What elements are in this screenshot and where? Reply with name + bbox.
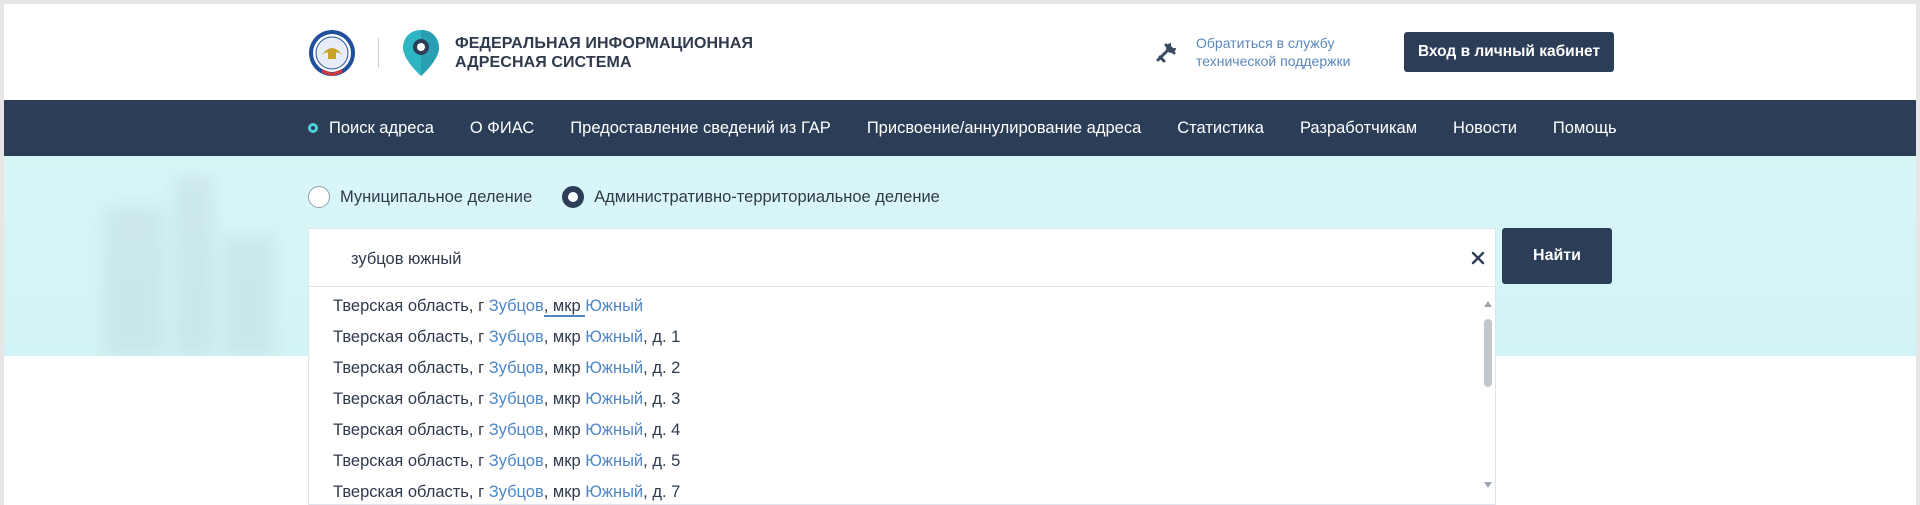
suggestion-mid: , мкр xyxy=(543,328,586,346)
suggestion-mid: , мкр xyxy=(543,297,586,317)
login-button[interactable]: Вход в личный кабинет xyxy=(1404,32,1614,72)
suggestion-city: Зубцов xyxy=(488,328,544,346)
radio-label: Муниципальное деление xyxy=(340,187,533,206)
division-type-selector: Муниципальное деление Административно-те… xyxy=(308,186,970,208)
suggestion-item[interactable]: Тверская область, г Зубцов, мкр Южный xyxy=(333,291,643,322)
nav-item-help[interactable]: Помощь xyxy=(1553,119,1617,138)
radio-administrative[interactable]: Административно-территориальное деление xyxy=(562,186,940,208)
suggestion-item[interactable]: Тверская область, г Зубцов, мкр Южный, д… xyxy=(333,446,680,477)
close-icon[interactable] xyxy=(1469,249,1487,267)
nav-item-about[interactable]: О ФИАС xyxy=(470,119,534,138)
suggestion-item[interactable]: Тверская область, г Зубцов, мкр Южный, д… xyxy=(333,477,681,504)
nav-item-gar[interactable]: Предоставление сведений из ГАР xyxy=(570,119,831,138)
radio-label: Административно-территориальное деление xyxy=(594,187,940,206)
nav-item-label: Поиск адреса xyxy=(329,118,434,137)
suggestion-city: Зубцов xyxy=(488,421,544,439)
suggestion-district: Южный xyxy=(585,452,644,470)
suggestion-item[interactable]: Тверская область, г Зубцов, мкр Южный, д… xyxy=(333,415,680,446)
nav-item-address-search[interactable]: Поиск адреса xyxy=(308,119,434,138)
dropdown-scrollbar[interactable] xyxy=(1481,287,1495,504)
nav-items: Поиск адреса О ФИАС Предоставление сведе… xyxy=(308,100,1617,156)
suggestion-city: Зубцов xyxy=(488,359,544,377)
active-dot-icon xyxy=(308,123,318,133)
suggestion-district: Южный xyxy=(585,359,644,377)
suggestion-suffix: , д. 1 xyxy=(643,328,681,346)
suggestion-suffix: , д. 7 xyxy=(643,483,681,501)
page: ФЕДЕРАЛЬНАЯ ИНФОРМАЦИОННАЯ АДРЕСНАЯ СИСТ… xyxy=(4,4,1916,505)
tools-icon xyxy=(1156,43,1176,63)
logo[interactable]: ФЕДЕРАЛЬНАЯ ИНФОРМАЦИОННАЯ АДРЕСНАЯ СИСТ… xyxy=(308,28,753,78)
radio-unchecked-icon[interactable] xyxy=(308,186,330,208)
scroll-thumb[interactable] xyxy=(1484,319,1492,387)
suggestion-mid: , мкр xyxy=(543,390,586,408)
brand-line-2: АДРЕСНАЯ СИСТЕМА xyxy=(455,54,632,71)
fns-emblem-icon xyxy=(309,30,355,76)
suggestion-item[interactable]: Тверская область, г Зубцов, мкр Южный, д… xyxy=(333,384,680,415)
find-button[interactable]: Найти xyxy=(1502,228,1612,284)
support-link[interactable]: Обратиться в службу технической поддержк… xyxy=(1154,34,1350,70)
suggestion-city: Зубцов xyxy=(488,390,544,408)
suggestion-district: Южный xyxy=(585,390,644,408)
suggestion-prefix: Тверская область, г xyxy=(333,483,489,501)
suggestion-mid: , мкр xyxy=(543,359,586,377)
site-header: ФЕДЕРАЛЬНАЯ ИНФОРМАЦИОННАЯ АДРЕСНАЯ СИСТ… xyxy=(4,4,1916,100)
suggestion-city: Зубцов xyxy=(488,297,544,315)
nav-item-developers[interactable]: Разработчикам xyxy=(1300,119,1417,138)
suggestion-suffix: , д. 2 xyxy=(643,359,681,377)
support-line-2: технической поддержки xyxy=(1196,53,1351,69)
main-nav: Поиск адреса О ФИАС Предоставление сведе… xyxy=(4,100,1916,156)
suggestion-item[interactable]: Тверская область, г Зубцов, мкр Южный, д… xyxy=(333,322,680,353)
suggestion-prefix: Тверская область, г xyxy=(333,452,489,470)
suggestion-prefix: Тверская область, г xyxy=(333,390,489,408)
suggestion-prefix: Тверская область, г xyxy=(333,297,489,315)
search-box xyxy=(308,228,1496,286)
background-decoration xyxy=(104,206,164,356)
support-text[interactable]: Обратиться в службу технической поддержк… xyxy=(1196,34,1350,70)
suggestion-mid: , мкр xyxy=(543,483,586,501)
scroll-down-icon[interactable] xyxy=(1484,482,1492,488)
suggestion-mid: , мкр xyxy=(543,421,586,439)
suggestion-suffix: , д. 5 xyxy=(643,452,681,470)
suggestion-prefix: Тверская область, г xyxy=(333,328,489,346)
suggestion-district: Южный xyxy=(585,328,644,346)
radio-checked-icon[interactable] xyxy=(562,186,585,208)
suggestion-district: Южный xyxy=(585,483,644,501)
suggestion-city: Зубцов xyxy=(488,452,544,470)
radio-municipal[interactable]: Муниципальное деление xyxy=(308,186,532,208)
support-line-1: Обратиться в службу xyxy=(1196,35,1335,51)
scroll-up-icon[interactable] xyxy=(1484,301,1492,307)
suggestion-suffix: , д. 3 xyxy=(643,390,681,408)
background-decoration xyxy=(174,176,214,356)
nav-item-assignment[interactable]: Присвоение/аннулирование адреса xyxy=(867,119,1141,138)
brand-name: ФЕДЕРАЛЬНАЯ ИНФОРМАЦИОННАЯ АДРЕСНАЯ СИСТ… xyxy=(455,34,753,72)
brand-line-1: ФЕДЕРАЛЬНАЯ ИНФОРМАЦИОННАЯ xyxy=(455,35,754,52)
suggestions-dropdown: Тверская область, г Зубцов, мкр Южный, д… xyxy=(308,286,1496,505)
logo-divider xyxy=(378,38,379,68)
background-decoration xyxy=(224,236,274,356)
suggestion-prefix: Тверская область, г xyxy=(333,359,489,377)
suggestion-item[interactable]: Тверская область, г Зубцов, мкр Южный, д… xyxy=(333,353,680,384)
map-pin-icon xyxy=(403,30,439,76)
suggestion-city: Зубцов xyxy=(488,483,544,501)
suggestion-suffix: , д. 4 xyxy=(643,421,681,439)
suggestion-district: Южный xyxy=(585,297,644,315)
suggestion-prefix: Тверская область, г xyxy=(333,421,489,439)
nav-item-news[interactable]: Новости xyxy=(1453,119,1517,138)
suggestion-district: Южный xyxy=(585,421,644,439)
suggestion-mid: , мкр xyxy=(543,452,586,470)
address-search-input[interactable] xyxy=(349,243,1433,275)
nav-item-statistics[interactable]: Статистика xyxy=(1177,119,1264,138)
